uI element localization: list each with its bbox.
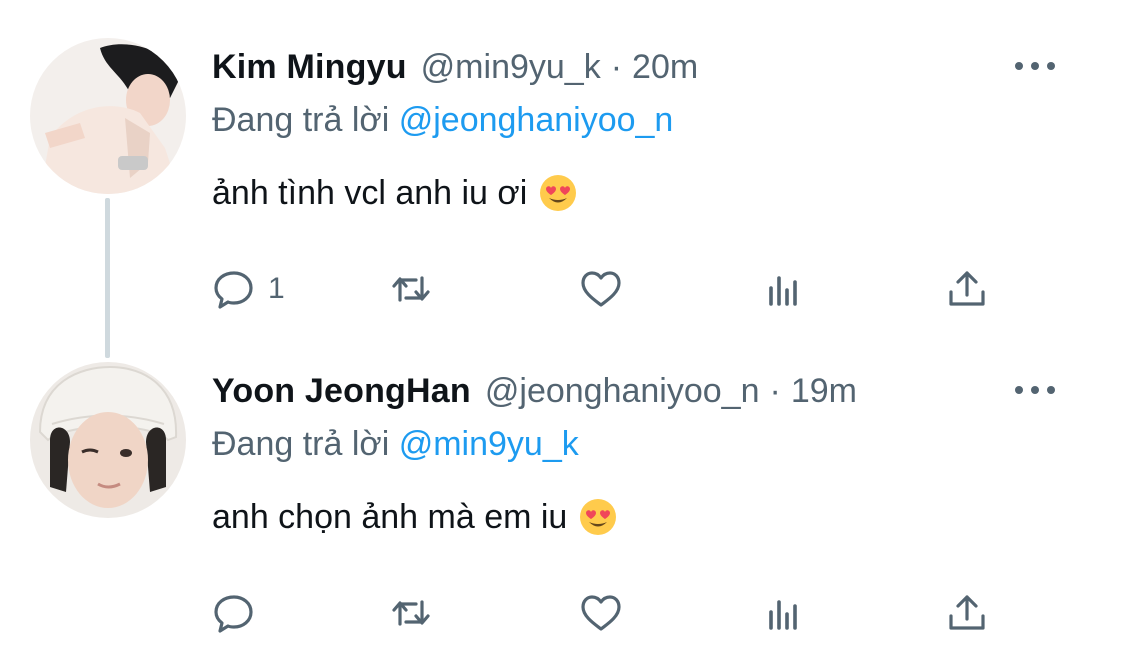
share-button[interactable] (944, 588, 990, 638)
tweet[interactable]: Yoon JeongHan @jeonghaniyoo_n · 19m Đang… (0, 340, 1125, 655)
tweet-header: Yoon JeongHan @jeonghaniyoo_n · 19m (212, 366, 857, 416)
reply-button[interactable]: 1 (212, 264, 285, 314)
stats-button[interactable] (762, 588, 808, 638)
tweet-actions (212, 588, 1012, 638)
replying-prefix: Đang trả lời (212, 101, 390, 139)
share-button[interactable] (944, 264, 990, 314)
replying-prefix: Đang trả lời (212, 425, 390, 463)
mention-link[interactable]: @jeonghaniyoo_n (399, 101, 674, 139)
stats-icon (769, 276, 797, 306)
reply-icon (214, 595, 253, 633)
replying-to: Đang trả lời @min9yu_k (212, 422, 579, 466)
share-icon (949, 595, 985, 630)
reply-button[interactable] (212, 588, 268, 638)
separator-dot: · (610, 48, 623, 86)
tweet-text: ảnh tình vcl anh iu ơi (212, 168, 577, 218)
tweet-header: Kim Mingyu @min9yu_k · 20m (212, 42, 698, 92)
tweet[interactable]: Kim Mingyu @min9yu_k · 20m Đang trả lời … (0, 0, 1125, 358)
reply-icon (214, 271, 253, 309)
retweet-button[interactable] (388, 588, 434, 638)
heart-eyes-emoji-icon (579, 498, 617, 536)
timestamp[interactable]: 20m (632, 42, 698, 92)
tweet-text: anh chọn ảnh mà em iu (212, 492, 617, 542)
username[interactable]: @jeonghaniyoo_n (485, 366, 760, 416)
reply-count: 1 (268, 272, 285, 305)
mention-link[interactable]: @min9yu_k (399, 425, 579, 463)
like-button[interactable] (578, 264, 624, 314)
more-options-icon[interactable] (1015, 56, 1055, 76)
tweet-actions: 1 (212, 264, 1012, 314)
share-icon (949, 271, 985, 306)
replying-to: Đang trả lời @jeonghaniyoo_n (212, 98, 673, 142)
avatar[interactable] (30, 362, 186, 518)
retweet-button[interactable] (388, 264, 434, 314)
like-button[interactable] (578, 588, 624, 638)
more-options-icon[interactable] (1015, 380, 1055, 400)
stats-icon (769, 600, 797, 630)
avatar[interactable] (30, 38, 186, 194)
thread-line (105, 198, 110, 358)
tweet-body: anh chọn ảnh mà em iu (212, 498, 568, 536)
display-name[interactable]: Yoon JeongHan (212, 366, 471, 416)
retweet-icon (392, 600, 430, 626)
timestamp[interactable]: 19m (791, 366, 857, 416)
like-icon (581, 595, 621, 631)
retweet-icon (392, 276, 430, 302)
like-icon (581, 271, 621, 307)
separator-dot: · (769, 372, 781, 410)
heart-eyes-emoji-icon (539, 174, 577, 212)
display-name[interactable]: Kim Mingyu (212, 42, 407, 92)
username[interactable]: @min9yu_k (421, 42, 601, 92)
tweet-body: ảnh tình vcl anh iu ơi (212, 174, 528, 212)
stats-button[interactable] (762, 264, 808, 314)
